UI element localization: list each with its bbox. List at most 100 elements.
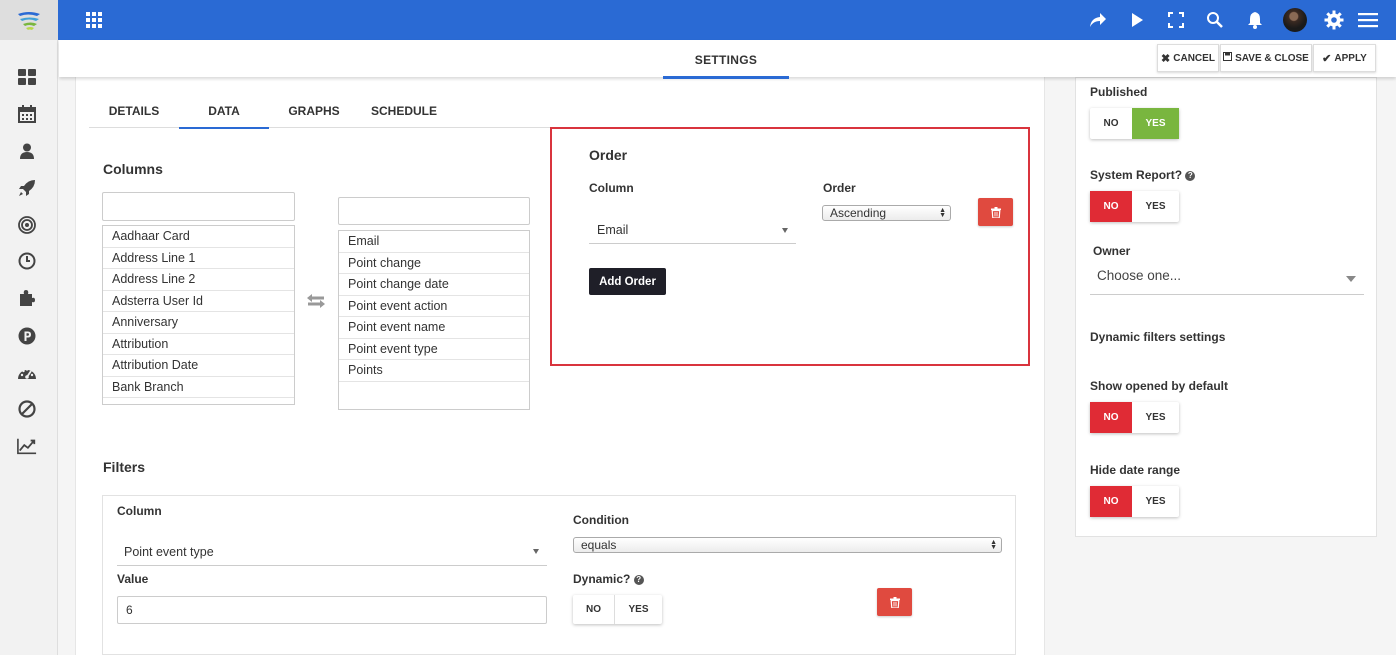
- filter-column-label: Column: [117, 504, 162, 518]
- available-columns-search[interactable]: [102, 192, 295, 221]
- swap-arrows-icon[interactable]: [306, 292, 326, 310]
- play-icon[interactable]: [1126, 9, 1148, 31]
- app-logo[interactable]: [0, 0, 58, 40]
- cancel-button[interactable]: ✖ CANCEL: [1157, 44, 1219, 72]
- report-options-panel: Published NO YES System Report? ? NO YES…: [1075, 77, 1377, 537]
- dynamic-filters-label: Dynamic filters settings: [1090, 330, 1226, 344]
- points-icon[interactable]: [17, 326, 37, 346]
- help-circle-icon[interactable]: ?: [633, 575, 644, 585]
- selected-columns-list[interactable]: Email Point change Point change date Poi…: [338, 230, 530, 410]
- published-yes-option[interactable]: YES: [1132, 108, 1179, 139]
- filters-title: Filters: [103, 459, 146, 475]
- order-column-select[interactable]: Email: [589, 217, 796, 244]
- order-direction-select[interactable]: Ascending ▲ ▼: [822, 205, 951, 221]
- list-item[interactable]: Aadhaar Card: [103, 226, 294, 248]
- gear-icon[interactable]: [1323, 9, 1345, 31]
- tab-schedule[interactable]: SCHEDULE: [359, 97, 449, 128]
- order-direction-value: Ascending: [830, 206, 887, 220]
- calendar-icon[interactable]: [17, 104, 37, 124]
- speedometer-icon[interactable]: [17, 363, 37, 383]
- chart-line-icon[interactable]: [17, 436, 37, 456]
- hide-date-yes-option[interactable]: YES: [1132, 486, 1179, 517]
- hide-date-no-option[interactable]: NO: [1090, 486, 1132, 517]
- updown-icon: ▲ ▼: [939, 207, 946, 219]
- published-toggle[interactable]: NO YES: [1090, 108, 1179, 139]
- available-columns-list[interactable]: Aadhaar Card Address Line 1 Address Line…: [102, 225, 295, 405]
- list-item[interactable]: Points: [339, 360, 529, 382]
- ban-icon[interactable]: [17, 399, 37, 419]
- avatar[interactable]: [1283, 8, 1307, 32]
- list-item[interactable]: Address Line 2: [103, 269, 294, 291]
- filter-column-select[interactable]: Point event type: [117, 537, 547, 566]
- columns-title: Columns: [103, 161, 163, 177]
- chevron-down-icon: [533, 549, 539, 554]
- system-report-yes-option[interactable]: YES: [1132, 191, 1179, 222]
- delete-order-button[interactable]: [978, 198, 1013, 226]
- owner-select[interactable]: Choose one...: [1090, 261, 1364, 295]
- filter-value-input[interactable]: [117, 596, 547, 624]
- filter-condition-select[interactable]: equals ▲ ▼: [573, 537, 1002, 553]
- show-opened-toggle[interactable]: NO YES: [1090, 402, 1179, 433]
- clock-icon[interactable]: [17, 251, 37, 271]
- hamburger-menu-icon[interactable]: [1357, 9, 1379, 31]
- tab-details[interactable]: DETAILS: [89, 97, 179, 128]
- dynamic-toggle[interactable]: NO YES: [573, 595, 662, 624]
- filter-value-label: Value: [117, 572, 149, 586]
- logo-icon: [18, 12, 40, 30]
- list-item[interactable]: Email: [339, 231, 529, 253]
- order-column-label: Column: [589, 181, 634, 195]
- list-item[interactable]: Bank Branch: [103, 377, 294, 398]
- share-icon[interactable]: [1087, 9, 1109, 31]
- help-circle-icon[interactable]: ?: [1185, 171, 1196, 181]
- system-report-no-option[interactable]: NO: [1090, 191, 1132, 222]
- search-icon[interactable]: [1204, 9, 1226, 31]
- list-item[interactable]: Attribution: [103, 334, 294, 355]
- hide-date-range-toggle[interactable]: NO YES: [1090, 486, 1179, 517]
- target-icon[interactable]: [17, 215, 37, 235]
- list-item[interactable]: Attribution Date: [103, 355, 294, 377]
- published-no-option[interactable]: NO: [1090, 108, 1132, 139]
- check-icon: ✔: [1322, 52, 1332, 65]
- tab-settings[interactable]: SETTINGS: [663, 40, 789, 79]
- delete-filter-button[interactable]: [877, 588, 912, 616]
- apply-button[interactable]: ✔ APPLY: [1313, 44, 1376, 72]
- filter-condition-label: Condition: [573, 513, 629, 527]
- list-item[interactable]: Adsterra User Id: [103, 291, 294, 312]
- cancel-label: CANCEL: [1173, 52, 1215, 64]
- dynamic-no-option[interactable]: NO: [573, 595, 615, 624]
- dynamic-label-text: Dynamic?: [573, 572, 631, 586]
- order-title: Order: [589, 147, 628, 163]
- bell-icon[interactable]: [1244, 9, 1266, 31]
- close-icon: ✖: [1161, 52, 1171, 65]
- published-label: Published: [1090, 85, 1148, 99]
- user-icon[interactable]: [17, 141, 37, 161]
- list-item[interactable]: Point event type: [339, 339, 529, 360]
- apply-label: APPLY: [1334, 52, 1367, 64]
- rocket-icon[interactable]: [17, 178, 37, 198]
- save-close-label: SAVE & CLOSE: [1235, 52, 1309, 64]
- list-item[interactable]: Point change date: [339, 274, 529, 296]
- list-item[interactable]: Anniversary: [103, 312, 294, 334]
- filter-card: Column Point event type Value Condition …: [102, 495, 1016, 655]
- system-report-label: System Report? ?: [1090, 168, 1196, 182]
- puzzle-icon[interactable]: [17, 288, 37, 308]
- dynamic-yes-option[interactable]: YES: [615, 595, 662, 624]
- selected-columns-search[interactable]: [338, 197, 530, 225]
- list-item[interactable]: Point change: [339, 253, 529, 274]
- show-opened-yes-option[interactable]: YES: [1132, 402, 1179, 433]
- settings-header: SETTINGS ✖ CANCEL SAVE & CLOSE ✔ APPLY: [59, 40, 1396, 79]
- apps-grid-icon[interactable]: [84, 10, 104, 30]
- list-item[interactable]: Address Line 1: [103, 248, 294, 269]
- fullscreen-icon[interactable]: [1165, 9, 1187, 31]
- tab-data[interactable]: DATA: [179, 97, 269, 129]
- list-item[interactable]: Point event action: [339, 296, 529, 317]
- add-order-button[interactable]: Add Order: [589, 268, 666, 295]
- system-report-toggle[interactable]: NO YES: [1090, 191, 1179, 222]
- save-close-button[interactable]: SAVE & CLOSE: [1220, 44, 1312, 72]
- show-opened-no-option[interactable]: NO: [1090, 402, 1132, 433]
- updown-icon: ▲ ▼: [990, 539, 997, 551]
- top-bar: [0, 0, 1396, 40]
- tab-graphs[interactable]: GRAPHS: [269, 97, 359, 128]
- list-item[interactable]: Point event name: [339, 317, 529, 339]
- dashboard-icon[interactable]: [17, 67, 37, 87]
